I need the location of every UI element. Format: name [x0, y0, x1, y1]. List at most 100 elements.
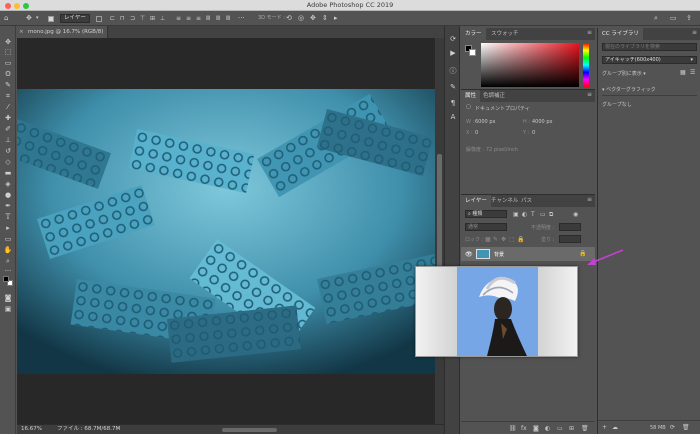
visibility-eye-icon[interactable]: 👁 [465, 251, 473, 258]
workspace-icon[interactable]: ▭ [670, 14, 677, 23]
layer-filter-kind-select[interactable]: ⌕ 種類 [465, 210, 507, 218]
lock-artboard-icon[interactable]: ⬚ [509, 236, 515, 243]
auto-select-checkbox[interactable] [48, 16, 54, 22]
filter-shape-icon[interactable]: ▭ [540, 211, 546, 218]
tab-paths[interactable]: パス [517, 195, 536, 207]
filter-toggle-icon[interactable]: ◉ [573, 211, 578, 218]
vertical-scrollbar[interactable] [435, 38, 444, 424]
link-layers-icon[interactable]: ⛓ [509, 425, 517, 432]
history-panel-icon[interactable]: ⟳ [448, 34, 458, 44]
y-value[interactable]: 0 [532, 130, 535, 136]
eraser-tool-icon[interactable]: ◇ [3, 158, 13, 166]
zoom-readout[interactable]: 16.67% [21, 425, 42, 434]
lock-image-icon[interactable]: ✎ [493, 236, 498, 243]
foreground-color-swatch[interactable] [3, 276, 9, 282]
dodge-tool-icon[interactable]: ● [3, 191, 13, 199]
character-panel-icon[interactable]: A [448, 112, 458, 122]
add-mask-icon[interactable]: ◙ [533, 425, 539, 432]
distribute-middle-icon[interactable]: ≡ [186, 14, 191, 23]
hand-tool-icon[interactable]: ✋ [3, 246, 13, 254]
color-swatches[interactable] [3, 276, 13, 287]
new-layer-icon[interactable]: ⊞ [569, 425, 574, 432]
actions-panel-icon[interactable]: ▶ [448, 48, 458, 58]
tab-color[interactable]: カラー [461, 28, 486, 40]
screen-mode-icon[interactable]: ▣ [3, 305, 13, 313]
move-icon[interactable]: ✥ [26, 14, 32, 23]
layer-row-background[interactable]: 👁 背景 🔒 [461, 247, 595, 261]
type-tool-icon[interactable]: T [3, 213, 13, 221]
lock-transparent-icon[interactable]: ▦ [485, 236, 491, 243]
brush-tool-icon[interactable]: ✐ [3, 125, 13, 133]
layers-panel-menu-icon[interactable]: ≡ [587, 196, 592, 203]
distribute-bottom-icon[interactable]: ≡ [196, 14, 201, 23]
roll-3d-icon[interactable]: ◎ [298, 14, 304, 23]
list-view-icon[interactable]: ☰ [690, 69, 695, 76]
library-trash-icon[interactable]: 🗑 [682, 424, 690, 431]
fill-field[interactable] [559, 235, 581, 243]
library-select[interactable]: アイキャッチ(600x400) ▾ [602, 56, 697, 64]
history-brush-tool-icon[interactable]: ↺ [3, 147, 13, 155]
libraries-panel-menu-icon[interactable]: ≡ [692, 29, 697, 36]
home-icon[interactable]: ⌂ [4, 14, 8, 23]
search-icon[interactable]: ⌕ [654, 14, 658, 23]
move-tool-icon[interactable]: ✥ [3, 38, 13, 46]
color-picker-field[interactable] [481, 43, 579, 87]
artboard-tool-icon[interactable]: ⬚ [3, 48, 13, 56]
scale-3d-icon[interactable]: ▸ [334, 14, 338, 23]
tool-preset-chevron-icon[interactable]: ▾ [36, 14, 39, 23]
grid-view-icon[interactable]: ▦ [680, 69, 686, 76]
tab-swatches[interactable]: スウォッチ [487, 28, 523, 40]
rectangle-tool-icon[interactable]: ▭ [3, 235, 13, 243]
healing-tool-icon[interactable]: ✚ [3, 114, 13, 122]
opacity-field[interactable] [559, 223, 581, 231]
blend-mode-select[interactable]: 通常 [465, 223, 507, 231]
tab-adjustments[interactable]: 色調補正 [479, 90, 509, 102]
document-tab[interactable]: × mono.jpg @ 16.7% (RGB/8) [16, 26, 109, 38]
layer-name[interactable]: 背景 [494, 251, 504, 258]
tab-cc-libraries[interactable]: CC ライブラリ [598, 28, 643, 40]
edit-toolbar-icon[interactable]: ··· [3, 267, 13, 275]
adjustment-layer-icon[interactable]: ◐ [545, 425, 550, 432]
vector-graphics-section[interactable]: ▾ ベクターグラフィック [602, 86, 656, 93]
gradient-tool-icon[interactable]: ▬ [3, 169, 13, 177]
align-center-icon[interactable]: ⊓ [120, 14, 125, 23]
lock-position-icon[interactable]: ✥ [501, 236, 506, 243]
filter-pixel-icon[interactable]: ▣ [513, 211, 519, 218]
sync-icon[interactable]: ⟳ [670, 424, 675, 431]
color-panel-menu-icon[interactable]: ≡ [587, 29, 592, 36]
status-menu-icon[interactable]: › [117, 425, 119, 434]
filter-adjustment-icon[interactable]: ◐ [522, 211, 527, 218]
lock-all-icon[interactable]: 🔒 [517, 236, 524, 243]
orbit-3d-icon[interactable]: ⟲ [286, 14, 292, 23]
quick-mask-icon[interactable]: ◙ [3, 294, 13, 302]
distribute-right-icon[interactable]: Ⅲ [226, 14, 230, 23]
new-group-icon[interactable]: ▭ [557, 425, 563, 432]
slide-3d-icon[interactable]: ⇕ [322, 14, 328, 23]
filter-type-icon[interactable]: T [531, 211, 535, 218]
align-middle-icon[interactable]: ⊞ [150, 14, 155, 23]
marquee-tool-icon[interactable]: ▭ [3, 59, 13, 67]
canvas-area[interactable] [17, 38, 435, 424]
filter-smart-object-icon[interactable]: ⧉ [549, 211, 553, 219]
info-panel-icon[interactable]: ⓘ [448, 66, 458, 76]
height-value[interactable]: 4000 px [532, 119, 552, 125]
horizontal-scroll-thumb[interactable] [222, 428, 277, 432]
paragraph-panel-icon[interactable]: ¶ [448, 98, 458, 108]
auto-select-target-select[interactable]: レイヤー [60, 14, 90, 23]
stamp-tool-icon[interactable]: ⊥ [3, 136, 13, 144]
crop-tool-icon[interactable]: ⌗ [3, 92, 13, 100]
hue-slider[interactable] [583, 43, 589, 87]
library-search-input[interactable]: 現在のライブラリを検索 [602, 43, 697, 51]
align-right-icon[interactable]: ⊐ [130, 14, 135, 23]
zoom-tool-icon[interactable]: ⌕ [3, 257, 13, 265]
quick-select-tool-icon[interactable]: ✎ [3, 81, 13, 89]
background-color-chip[interactable] [469, 49, 476, 56]
align-top-icon[interactable]: ⊤ [140, 14, 145, 23]
tab-properties[interactable]: 属性 [461, 90, 481, 102]
brush-settings-icon[interactable]: ✎ [448, 82, 458, 92]
more-options-icon[interactable]: ··· [238, 14, 245, 23]
share-icon[interactable]: ⇪ [686, 14, 692, 23]
cloud-icon[interactable]: ☁ [612, 424, 618, 431]
x-value[interactable]: 0 [475, 130, 478, 136]
align-bottom-icon[interactable]: ⊥ [160, 14, 165, 23]
